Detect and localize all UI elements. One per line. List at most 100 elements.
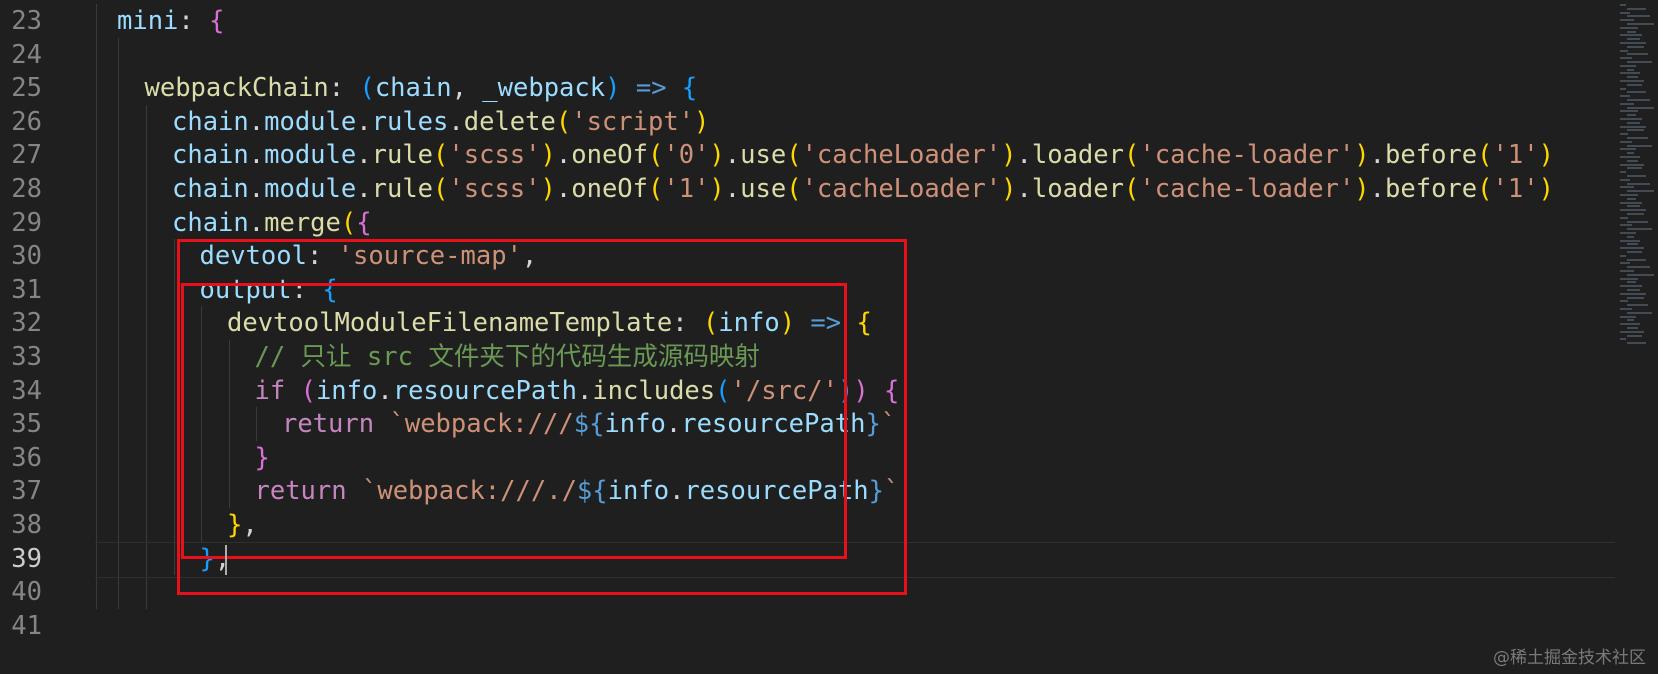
line-number: 30 [11,241,42,272]
minimap-line [1627,38,1640,41]
minimap-line [1620,300,1628,303]
code-token: '0' [663,140,710,171]
watermark-text: @稀土掘金技术社区 [1493,648,1646,668]
minimap-line [1620,102,1634,105]
code-token: . [1369,174,1386,204]
code-token: . [724,174,741,204]
code-token: ( [433,140,449,171]
line-number: 39 [11,543,42,574]
minimap-line [1627,15,1650,18]
code-token: ) [1354,140,1370,171]
line-number: 35 [11,409,42,440]
code-token: ) [1001,140,1017,171]
minimap-line [1620,270,1634,272]
code-token: oneOf [571,174,648,204]
minimap-line [1620,4,1626,6]
code-token: ) [540,174,556,204]
code-token: ) [605,73,621,104]
minimap-line [1620,224,1632,227]
line-number: 27 [11,140,42,171]
code-token: ) [1538,174,1554,204]
line-number: 29 [11,207,42,238]
minimap-line [1620,330,1644,333]
code-token: , [451,73,483,104]
code-token: rule [371,140,434,171]
minimap-line [1620,64,1636,67]
code-token: module [264,140,357,171]
code-token: rule [371,174,434,204]
minimap-line [1620,209,1646,212]
minimap-line [1620,42,1646,44]
minimap-line [1627,304,1648,307]
minimap-line [1627,296,1644,299]
indent-guide [146,104,147,609]
code-token: 'script' [571,106,695,137]
code-line[interactable]: mini: { [117,4,225,40]
minimap-line [1620,118,1642,120]
minimap-line [1627,197,1636,200]
minimap-line [1627,53,1648,56]
code-token: . [1016,140,1032,171]
code-token: { [356,207,372,238]
minimap-line [1620,156,1640,158]
code-editor[interactable]: 23 24 25 26 27 28 29 30 31 32 33 34 35 36 37 38 39 40 41 m… [0,0,1658,674]
code-token: use [740,140,787,171]
code-token: ) [694,106,710,137]
code-line[interactable]: chain.module.rule('scss').oneOf('1').use… [172,172,1554,208]
code-token: . [1369,140,1386,171]
code-token: before [1385,140,1478,171]
minimap-line [1620,49,1628,52]
code-token: . [1016,174,1032,204]
code-token: ( [1477,174,1493,204]
minimap-line [1627,121,1640,124]
code-line[interactable]: webpackChain: (chain, _webpack) => { [145,71,698,107]
minimap-line [1620,277,1638,280]
code-token: before [1385,174,1478,204]
minimap-line [1627,106,1654,109]
minimap-line [1620,285,1642,288]
code-token: { [209,6,225,36]
line-number: 31 [11,274,42,305]
code-token: chain [172,106,249,137]
code-line[interactable]: chain.module.rules.delete('script') [172,105,709,141]
code-token: ( [1124,174,1140,204]
highlight-box-inner [181,283,847,559]
minimap-line [1627,30,1636,33]
minimap-line [1620,11,1630,14]
minimap-line [1627,311,1652,314]
minimap-line [1627,114,1636,117]
line-number: 40 [11,577,42,608]
code-token: '1' [663,174,710,204]
minimap-line [1627,137,1648,139]
code-token: => [620,73,682,104]
minimap-line [1627,45,1644,48]
minimap[interactable] [1618,0,1658,360]
line-number: 32 [11,308,42,339]
minimap-line [1627,182,1650,185]
minimap-line [1627,76,1638,79]
minimap-line [1620,254,1626,257]
line-number: 38 [11,510,42,540]
code-line[interactable]: chain.module.rule('scss').oneOf('0').use… [172,138,1554,174]
code-token: ( [340,207,357,238]
code-token: ( [555,106,572,137]
code-line[interactable]: chain.merge({ [172,206,372,242]
code-token: module [264,106,357,137]
minimap-line [1620,80,1644,82]
minimap-line [1627,220,1648,223]
minimap-line [1627,152,1634,155]
code-token: '1' [1492,174,1539,204]
code-token: chain [172,207,249,238]
minimap-line [1620,262,1630,265]
line-number: 25 [11,73,42,104]
minimap-line [1627,228,1652,231]
minimap-line [1620,87,1626,90]
line-number: 23 [11,6,42,36]
minimap-line [1620,26,1638,29]
code-token: . [248,174,265,204]
minimap-line [1620,232,1636,234]
minimap-line [1620,148,1636,151]
minimap-line [1620,315,1636,318]
code-token: 'cacheLoader' [801,174,1002,204]
code-token: ( [648,174,664,204]
